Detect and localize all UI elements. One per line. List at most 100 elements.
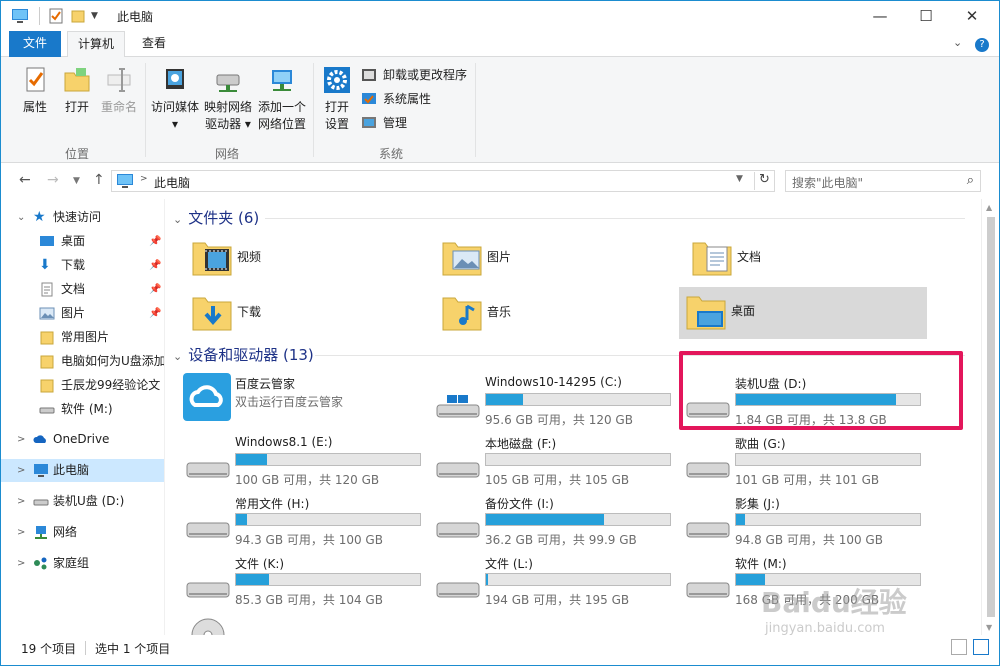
up-arrow-icon[interactable]: ↑ (93, 172, 105, 188)
devices-group-header[interactable]: ⌄ 设备和驱动器 (13) (173, 344, 314, 366)
tab-file[interactable]: 文件 (9, 31, 61, 57)
folder-item-downloads[interactable]: 下载 (185, 288, 425, 336)
sidebar-item-onedrive[interactable]: > OneDrive (1, 428, 164, 451)
pin-icon[interactable]: 📌 (149, 302, 161, 325)
sidebar-item-documents[interactable]: 文档 📌 (1, 278, 164, 301)
drive-free-space: 101 GB 可用，共 101 GB (735, 473, 880, 487)
sidebar-label: 常用图片 (61, 330, 110, 344)
sidebar-item-downloads[interactable]: ⬇ 下载 📌 (1, 254, 164, 277)
tab-view[interactable]: 查看 (129, 31, 179, 57)
pictures-icon (39, 307, 55, 320)
scroll-up-icon[interactable]: ▲ (986, 203, 992, 212)
vertical-scrollbar[interactable]: ▲ ▼ (981, 199, 999, 635)
address-dropdown-icon[interactable]: ▼ (736, 174, 743, 184)
manage-label: 管理 (383, 116, 408, 130)
scroll-down-icon[interactable]: ▼ (986, 623, 992, 632)
drive-item[interactable]: DVD RW 驱动器 (N:) (183, 613, 429, 635)
drive-item[interactable]: 备份文件 (I:) 36.2 GB 可用，共 99.9 GB (433, 493, 679, 549)
maximize-button[interactable]: ☐ (903, 1, 949, 31)
search-input[interactable]: 搜索"此电脑" (792, 174, 863, 191)
collapse-chevron-icon[interactable]: ⌄ (173, 213, 182, 226)
tab-computer[interactable]: 计算机 (67, 31, 125, 58)
map-network-label-2: 驱动器 ▾ (205, 117, 251, 131)
network-icon (35, 526, 47, 539)
drive-item[interactable]: 影集 (J:) 94.8 GB 可用，共 100 GB (683, 493, 929, 549)
sidebar-item-network[interactable]: > 网络 (1, 521, 164, 544)
details-view-icon[interactable] (951, 639, 967, 655)
devices-header-text: 设备和驱动器 (13) (188, 346, 314, 364)
properties-button[interactable]: 属性 (15, 65, 55, 116)
folder-item-pictures[interactable]: 图片 (435, 233, 675, 281)
open-settings-button[interactable]: 打开 设置 (317, 65, 357, 133)
add-network-location-button[interactable]: 添加一个 网络位置 (255, 65, 309, 133)
map-network-drive-button[interactable]: 映射网络 驱动器 ▾ (201, 65, 255, 133)
sidebar-item-folder[interactable]: 壬辰龙99经验论文 (1, 374, 164, 397)
properties-quick-icon[interactable] (49, 8, 63, 24)
folder-item-documents[interactable]: 文档 (685, 233, 925, 281)
collapse-chevron-icon[interactable]: ⌄ (17, 206, 25, 229)
sidebar-item-drive-m[interactable]: 软件 (M:) (1, 398, 164, 421)
drive-item[interactable]: Windows8.1 (E:) 100 GB 可用，共 120 GB (183, 433, 429, 489)
sidebar-item-this-pc[interactable]: > 此电脑 (1, 459, 164, 482)
sidebar-item-folder[interactable]: 常用图片 (1, 326, 164, 349)
drive-item[interactable]: 文件 (L:) 194 GB 可用，共 195 GB (433, 553, 679, 609)
sidebar-label: 家庭组 (53, 556, 90, 570)
ribbon-expand-icon[interactable]: ⌄ (953, 36, 962, 49)
expand-chevron-icon[interactable]: > (17, 490, 25, 513)
sidebar-item-usb[interactable]: > 装机U盘 (D:) (1, 490, 164, 513)
access-media-dropdown: ▾ (171, 117, 179, 131)
folder-item-music[interactable]: 音乐 (435, 288, 675, 336)
tiles-view-icon[interactable] (973, 639, 989, 655)
recent-locations-icon[interactable]: ▼ (73, 176, 80, 186)
forward-arrow-icon[interactable]: → (47, 172, 59, 188)
search-box[interactable]: 搜索"此电脑" ⌕ (785, 170, 981, 192)
drive-item[interactable]: 本地磁盘 (F:) 105 GB 可用，共 105 GB (433, 433, 679, 489)
folder-icon (40, 379, 54, 393)
drive-icon (33, 499, 49, 506)
folders-group-header[interactable]: ⌄ 文件夹 (6) (173, 207, 259, 229)
folder-item-videos[interactable]: 视频 (185, 233, 425, 281)
search-icon[interactable]: ⌕ (967, 173, 974, 188)
rename-button[interactable]: 重命名 (97, 65, 141, 116)
address-bar[interactable]: > 此电脑 ▼ ↻ (111, 170, 775, 192)
scrollbar-thumb[interactable] (987, 217, 995, 617)
close-button[interactable]: ✕ (949, 1, 995, 31)
drive-free-space: 85.3 GB 可用，共 104 GB (235, 593, 383, 607)
pin-icon[interactable]: 📌 (149, 254, 161, 277)
expand-chevron-icon[interactable]: > (17, 428, 25, 451)
sidebar-item-quick-access[interactable]: ⌄ ★ 快速访问 (1, 206, 164, 229)
sidebar-item-desktop[interactable]: 桌面 📌 (1, 230, 164, 253)
expand-chevron-icon[interactable]: > (17, 521, 25, 544)
new-folder-quick-icon[interactable] (71, 8, 85, 24)
pin-icon[interactable]: 📌 (149, 230, 161, 253)
folder-item-desktop[interactable]: 桌面 (679, 287, 927, 339)
baidu-watermark: Baidu经验 jingyan.baidu.com (753, 575, 953, 645)
app-item-baidu-cloud[interactable]: 百度云管家 双击运行百度云管家 (183, 373, 429, 429)
sidebar-item-pictures[interactable]: 图片 📌 (1, 302, 164, 325)
help-icon[interactable]: ? (975, 38, 989, 52)
access-media-button[interactable]: 访问媒体 ▾ (149, 65, 201, 133)
drive-item[interactable]: 歌曲 (G:) 101 GB 可用，共 101 GB (683, 433, 929, 489)
drive-usage-bar (235, 453, 421, 466)
minimize-button[interactable]: — (857, 1, 903, 31)
drive-item[interactable]: Windows10-14295 (C:) 95.6 GB 可用，共 120 GB (433, 373, 679, 429)
refresh-icon[interactable]: ↻ (754, 172, 770, 190)
breadcrumb-chevron-icon[interactable]: > (140, 174, 148, 184)
expand-chevron-icon[interactable]: > (17, 459, 25, 482)
drive-item[interactable]: 常用文件 (H:) 94.3 GB 可用，共 100 GB (183, 493, 429, 549)
expand-chevron-icon[interactable]: > (17, 552, 25, 575)
back-arrow-icon[interactable]: ← (19, 172, 31, 188)
selection-count: 选中 1 个项目 (95, 642, 171, 656)
uninstall-button[interactable]: 卸载或更改程序 (361, 65, 467, 85)
manage-button[interactable]: 管理 (361, 113, 407, 133)
drive-item[interactable]: 文件 (K:) 85.3 GB 可用，共 104 GB (183, 553, 429, 609)
pin-icon[interactable]: 📌 (149, 278, 161, 301)
app-description: 双击运行百度云管家 (235, 395, 344, 409)
customize-quick-access-icon[interactable]: ▼ (91, 8, 103, 24)
collapse-chevron-icon[interactable]: ⌄ (173, 350, 182, 363)
sidebar-item-folder[interactable]: 电脑如何为U盘添加 (1, 350, 164, 373)
open-button[interactable]: 打开 (57, 65, 97, 116)
breadcrumb[interactable]: 此电脑 (154, 174, 190, 191)
sidebar-item-homegroup[interactable]: > 家庭组 (1, 552, 164, 575)
system-properties-button[interactable]: 系统属性 (361, 89, 431, 109)
